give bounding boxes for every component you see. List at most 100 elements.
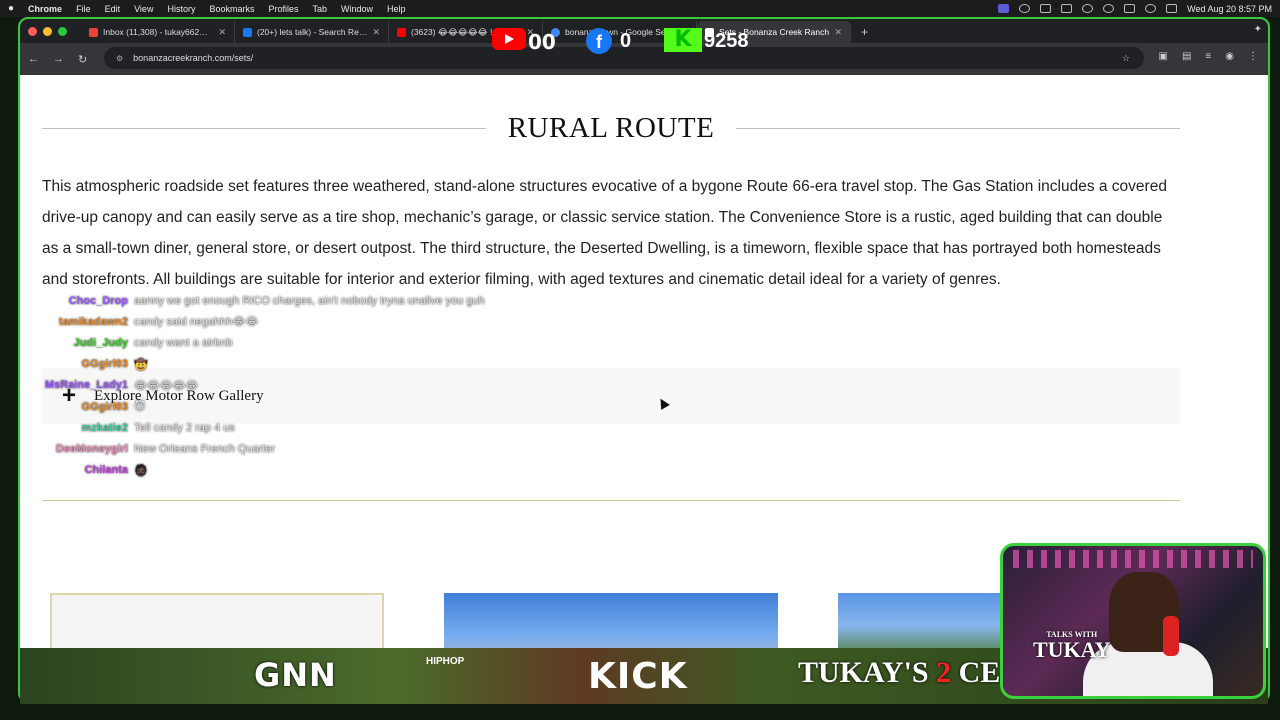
menu-tab[interactable]: Tab — [313, 4, 328, 14]
tray-window-icon[interactable] — [1040, 4, 1052, 13]
extensions-icon[interactable]: ▣ — [1159, 51, 1168, 62]
section-description: This atmospheric roadside set features t… — [42, 178, 1167, 288]
youtube-viewer-count: 00 — [528, 30, 556, 54]
zoom-window-button[interactable] — [58, 26, 67, 36]
url-text: bonanzacreekranch.com/sets/ — [133, 53, 254, 63]
chat-username: GGgirl03 — [81, 400, 128, 413]
chat-message: DeeMoneygirl New Orleans French Quarter — [30, 438, 590, 459]
minimize-window-button[interactable] — [43, 26, 52, 36]
tab-gmail[interactable]: Inbox (11,308) - tukay662@... ✕ — [81, 21, 235, 43]
kick-viewer-count: 9258 — [704, 30, 749, 52]
chat-message: Choc_Drop aanny we got enough RICO charge… — [30, 290, 590, 311]
chat-username: tamikadawn2 — [58, 315, 128, 328]
side-panel-icon[interactable]: ▤ — [1182, 51, 1191, 62]
chat-text: candy said negahhh😂😂 — [134, 316, 259, 329]
section-heading-row: RURAL ROUTE — [42, 111, 1180, 144]
logo-text: TUKAY — [1033, 637, 1111, 662]
chat-username: Choc_Drop — [68, 294, 128, 307]
logo-text: 2 — [936, 656, 952, 689]
control-center-icon[interactable] — [1166, 4, 1178, 13]
youtube-viewers-icon — [492, 28, 526, 50]
menu-view[interactable]: View — [134, 4, 153, 14]
menu-window[interactable]: Window — [341, 4, 373, 14]
close-window-button[interactable] — [28, 26, 37, 36]
background-lights — [1013, 550, 1253, 568]
facebook-icon — [243, 27, 252, 37]
talks-with-tukay-logo: TALKS WITH TUKAY — [1033, 630, 1110, 661]
chat-text: 😈 — [134, 401, 146, 414]
chat-text: 😂😂😂😂😂 — [134, 379, 199, 392]
close-tab-icon[interactable]: ✕ — [218, 27, 226, 38]
new-tab-button[interactable]: + — [861, 21, 868, 43]
kick-viewers-icon: K — [664, 28, 702, 52]
tray-play-icon[interactable] — [1103, 4, 1115, 13]
apple-icon[interactable]: ● — [8, 3, 14, 14]
chat-text: Tell candy 2 rap 4 us — [134, 421, 235, 434]
window-controls — [28, 19, 67, 43]
media-icon[interactable]: ≡ — [1205, 51, 1211, 62]
site-info-icon[interactable]: ⚙ — [116, 54, 123, 63]
close-tab-icon[interactable]: ✕ — [834, 27, 842, 38]
tray-display-icon[interactable] — [1061, 4, 1073, 13]
forward-arrow-icon[interactable]: → — [53, 53, 64, 65]
reload-icon[interactable]: ↻ — [78, 53, 87, 66]
chat-text: 🧔🏿 — [134, 464, 148, 477]
chat-text: candy want a airbnb — [134, 336, 233, 349]
tab-search-icon[interactable]: ✦ — [1254, 24, 1262, 35]
menu-app-name[interactable]: Chrome — [28, 4, 62, 14]
logo-text: TUKAY'S — [798, 656, 937, 689]
tab-title: Inbox (11,308) - tukay662@... — [103, 27, 214, 37]
chat-text: aanny we got enough RICO charges, ain't … — [134, 294, 485, 307]
gmail-icon — [89, 27, 98, 37]
menu-file[interactable]: File — [76, 4, 91, 14]
facebook-viewers-icon: f — [586, 28, 612, 54]
menu-history[interactable]: History — [167, 4, 195, 14]
menu-bookmarks[interactable]: Bookmarks — [209, 4, 254, 14]
tray-sync-icon[interactable] — [1082, 4, 1094, 13]
chat-username: Judi_Judy — [73, 336, 128, 349]
chat-message: GGgirl03 🤠 — [30, 354, 590, 375]
chat-username: GGgirl03 — [81, 358, 128, 371]
youtube-icon — [397, 27, 406, 37]
chat-message: Judi_Judy candy want a airbnb — [30, 332, 590, 353]
tray-app-icon[interactable] — [1019, 4, 1031, 13]
facebook-viewer-count: 0 — [620, 30, 632, 52]
gnn-logo: GNN — [254, 656, 337, 694]
back-arrow-icon[interactable]: ← — [28, 53, 39, 65]
stream-chat-overlay: Choc_Drop aanny we got enough RICO charge… — [30, 290, 590, 481]
browser-toolbar: ← → ↻ ⚙ bonanzacreekranch.com/sets/ ☆ ▣ … — [20, 43, 1268, 75]
menu-edit[interactable]: Edit — [105, 4, 121, 14]
chat-username: MsRaine_Lady1 — [44, 379, 128, 392]
menu-tray: Wed Aug 20 8:57 PM — [998, 4, 1272, 14]
screen-record-icon[interactable] — [998, 4, 1010, 13]
chat-message: tamikadawn2 candy said negahhh😂😂 — [30, 311, 590, 332]
tab-title: (20+) lets talk) - Search Results — [257, 27, 368, 37]
wifi-icon[interactable] — [1124, 4, 1136, 13]
close-tab-icon[interactable]: ✕ — [372, 27, 380, 38]
menu-clock[interactable]: Wed Aug 20 8:57 PM — [1187, 4, 1272, 14]
chat-text: 🤠 — [134, 358, 148, 371]
chat-message: Chilanta 🧔🏿 — [30, 460, 590, 481]
webcam-overlay: TALKS WITH TUKAY — [1000, 543, 1266, 699]
menu-help[interactable]: Help — [387, 4, 406, 14]
heading-rule-left — [42, 127, 486, 129]
bookmark-star-icon[interactable]: ☆ — [1122, 53, 1130, 64]
tab-facebook[interactable]: (20+) lets talk) - Search Results ✕ — [235, 21, 389, 43]
section-title: RURAL ROUTE — [507, 111, 715, 144]
kick-logo: KICK — [588, 656, 688, 697]
menu-profiles[interactable]: Profiles — [268, 4, 298, 14]
profile-icon[interactable]: ◉ — [1225, 51, 1234, 62]
tab-strip: Inbox (11,308) - tukay662@... ✕ (20+) le… — [20, 19, 1268, 43]
heading-rule-right — [736, 127, 1180, 129]
hiphop-logo: HIPHOP — [426, 656, 465, 667]
chat-message: mzkatie2 Tell candy 2 rap 4 us — [30, 417, 590, 438]
extensions-area: ▣ ▤ ≡ ◉ ⋮ — [1159, 51, 1258, 62]
section-divider — [42, 500, 1180, 501]
chat-username: mzkatie2 — [81, 421, 128, 434]
spotlight-search-icon[interactable] — [1145, 4, 1157, 13]
chat-text: New Orleans French Quarter — [134, 442, 276, 455]
more-menu-icon[interactable]: ⋮ — [1248, 51, 1258, 62]
chat-message: GGgirl03 😈 — [30, 396, 590, 417]
macos-menu-bar: ● Chrome File Edit View History Bookmark… — [0, 0, 1280, 17]
chat-username: Chilanta — [84, 464, 128, 477]
